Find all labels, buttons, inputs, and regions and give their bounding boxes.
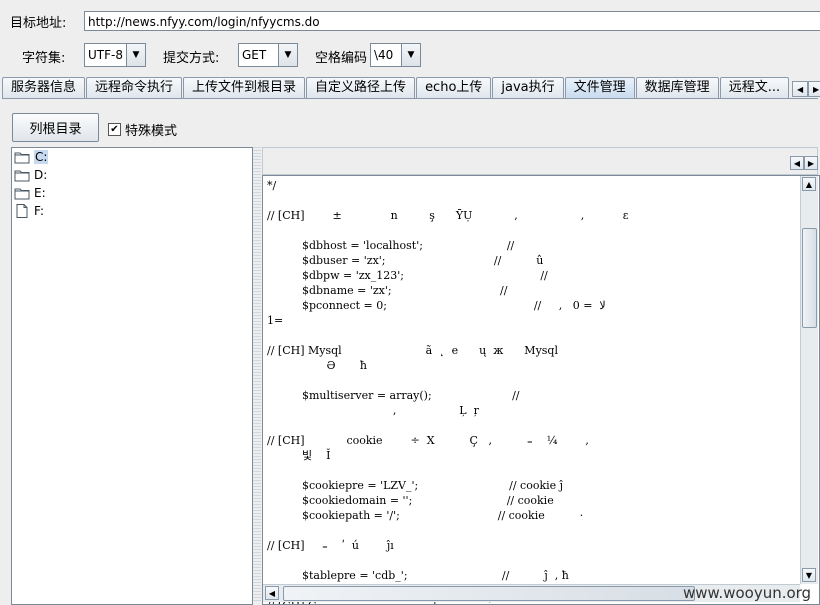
space-encoding-select[interactable]: \40 ▼ xyxy=(370,43,421,67)
scroll-down-icon[interactable]: ▼ xyxy=(802,568,816,582)
charset-value: UTF-8 xyxy=(88,48,123,62)
tab-1[interactable]: 远程命令执行 xyxy=(86,77,183,98)
tab-8[interactable]: 远程文... xyxy=(719,77,790,98)
tree-item[interactable]: E: xyxy=(12,184,252,202)
horizontal-scroll-thumb[interactable] xyxy=(283,586,695,601)
tree-item[interactable]: F: xyxy=(12,202,252,220)
tree-item-label: F: xyxy=(34,204,45,218)
checkmark-icon: ✔ xyxy=(108,123,121,136)
tab-3[interactable]: 自定义路径上传 xyxy=(306,77,416,98)
charset-label: 字符集: xyxy=(22,51,66,66)
tab-bar: 服务器信息 远程命令执行 上传文件到根目录 自定义路径上传 echo上传 java执行 文件… xyxy=(2,77,820,99)
tab-2[interactable]: 上传文件到根目录 xyxy=(183,77,306,98)
special-mode-label: 特殊模式 xyxy=(125,124,178,139)
tree-item[interactable]: C: xyxy=(12,148,252,166)
watermark-text: www.wooyun.org xyxy=(683,584,812,602)
scroll-left-icon[interactable]: ◀ xyxy=(265,586,279,600)
scroll-up-icon[interactable]: ▲ xyxy=(802,177,816,191)
scroll-left-icon[interactable]: ◀ xyxy=(790,156,804,170)
chevron-down-icon: ▼ xyxy=(126,44,145,66)
chevron-down-icon: ▼ xyxy=(278,44,297,66)
space-encoding-value: \40 xyxy=(374,48,394,62)
target-label: 目标地址: xyxy=(10,16,67,31)
folder-icon xyxy=(14,150,30,164)
method-select[interactable]: GET ▼ xyxy=(238,43,298,67)
file-tree: C: D: E: F: xyxy=(11,147,253,605)
tab-scroll-left-icon[interactable]: ◀ xyxy=(792,81,809,97)
space-encoding-label: 空格编码 xyxy=(315,51,368,66)
tab-4[interactable]: echo上传 xyxy=(416,77,492,98)
target-url-input[interactable]: http://news.nfyy.com/login/nfyycms.do xyxy=(84,11,820,31)
charset-select[interactable]: UTF-8 ▼ xyxy=(84,43,146,67)
tab-7[interactable]: 数据库管理 xyxy=(635,77,719,98)
scroll-right-icon[interactable]: ▶ xyxy=(804,156,818,170)
vertical-scrollbar[interactable]: ▲ ▼ xyxy=(800,176,818,584)
method-value: GET xyxy=(242,48,267,62)
splitter-handle[interactable] xyxy=(253,147,261,603)
method-label: 提交方式: xyxy=(163,51,220,66)
tab-scroll-right-icon[interactable]: ▶ xyxy=(808,81,820,97)
code-text: */ // [CH] ± n ş ῩỤ , , ε $dbhost = 'loc… xyxy=(267,179,629,604)
tab-5[interactable]: java执行 xyxy=(492,77,564,98)
chevron-down-icon: ▼ xyxy=(401,44,420,66)
file-content-editor[interactable]: */ // [CH] ± n ş ῩỤ , , ε $dbhost = 'loc… xyxy=(262,175,820,605)
tree-item-label: C: xyxy=(34,150,49,164)
file-icon xyxy=(14,204,30,218)
tree-item-label: D: xyxy=(34,168,48,182)
vertical-scroll-thumb[interactable] xyxy=(802,228,817,328)
list-root-button[interactable]: 列根目录 xyxy=(12,113,99,142)
special-mode-checkbox[interactable]: ✔ 特殊模式 xyxy=(108,120,177,139)
editor-header xyxy=(262,147,818,175)
tab-6[interactable]: 文件管理 xyxy=(564,77,635,98)
tree-item-label: E: xyxy=(34,186,46,200)
folder-icon xyxy=(14,168,30,182)
folder-icon xyxy=(14,186,30,200)
tab-scroll-nav: ◀ ▶ xyxy=(792,77,820,99)
tab-0[interactable]: 服务器信息 xyxy=(2,77,86,98)
tree-item[interactable]: D: xyxy=(12,166,252,184)
